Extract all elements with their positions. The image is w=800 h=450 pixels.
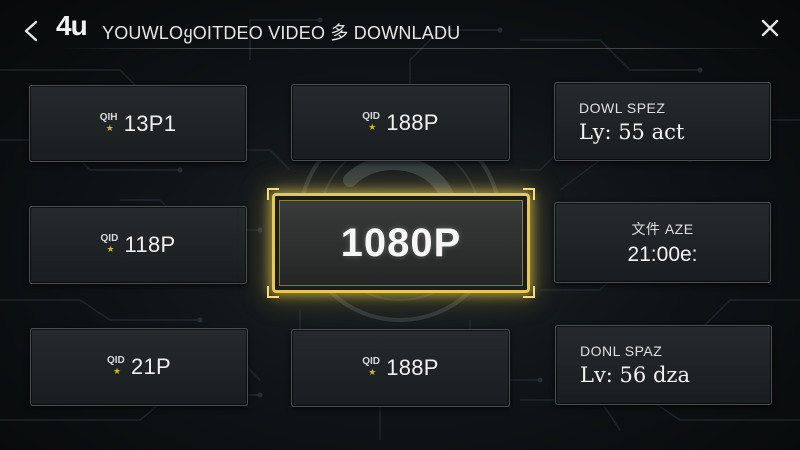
quality-label: 118P	[124, 232, 176, 257]
app-logo: 4u	[56, 10, 88, 41]
close-icon	[761, 19, 779, 37]
info-title: DOWL SPEZ	[579, 99, 666, 116]
quality-option-13p1[interactable]: QIH ★ 13P1	[29, 85, 247, 162]
quality-tag: QIH ★	[100, 112, 122, 136]
quality-option-188p[interactable]: QID ★ 188P	[291, 84, 510, 161]
chevron-left-icon	[24, 20, 38, 42]
info-value: Ly: 55 act	[579, 119, 685, 144]
info-value: 21:00e:	[627, 242, 698, 266]
app-title: YOUWLOყOITDEO VIDEO 多 DOWNLADU	[102, 23, 461, 43]
quality-option-21p[interactable]: QID ★ 21P	[30, 328, 248, 406]
corner-accent	[267, 188, 279, 200]
header-divider	[60, 48, 780, 49]
corner-accent	[523, 286, 535, 298]
download-space-card: DONL SPAZ Lv: 56 dza	[555, 325, 772, 405]
star-icon: ★	[112, 366, 122, 376]
corner-accent	[523, 188, 535, 200]
quality-tag: QID ★	[107, 355, 129, 379]
quality-label: 13P1	[123, 110, 177, 136]
corner-accent	[267, 286, 279, 298]
quality-option-118p[interactable]: QID ★ 118P	[29, 206, 247, 284]
selected-quality-label: 1080P	[340, 220, 462, 265]
file-size-card: 文件 AZE 21:00e:	[554, 202, 771, 283]
quality-tag: QID ★	[101, 233, 123, 257]
download-speed-card: DOWL SPEZ Ly: 55 act	[554, 82, 771, 161]
info-value: Lv: 56 dza	[580, 363, 690, 387]
quality-label: 21P	[130, 354, 172, 379]
quality-tag: QID ★	[362, 111, 384, 135]
back-button[interactable]	[18, 16, 44, 46]
star-icon: ★	[368, 367, 377, 377]
star-icon: ★	[368, 121, 377, 132]
quality-label: 188P	[386, 109, 439, 135]
info-title: DONL SPAZ	[580, 343, 663, 359]
quality-label: 188P	[386, 355, 439, 380]
star-icon: ★	[106, 244, 115, 254]
info-title: 文件 AZE	[631, 220, 694, 237]
star-icon: ★	[105, 122, 114, 133]
quality-tag: QID ★	[362, 356, 384, 380]
close-button[interactable]	[756, 14, 784, 42]
header-bar: 4u YOUWLOყOITDEO VIDEO 多 DOWNLADU	[0, 0, 800, 54]
video-downloader-screen: 4u YOUWLOყOITDEO VIDEO 多 DOWNLADU QIH ★ …	[0, 0, 800, 450]
selected-quality-1080p[interactable]: 1080P	[267, 188, 535, 298]
quality-option-188p-2[interactable]: QID ★ 188P	[291, 329, 510, 407]
